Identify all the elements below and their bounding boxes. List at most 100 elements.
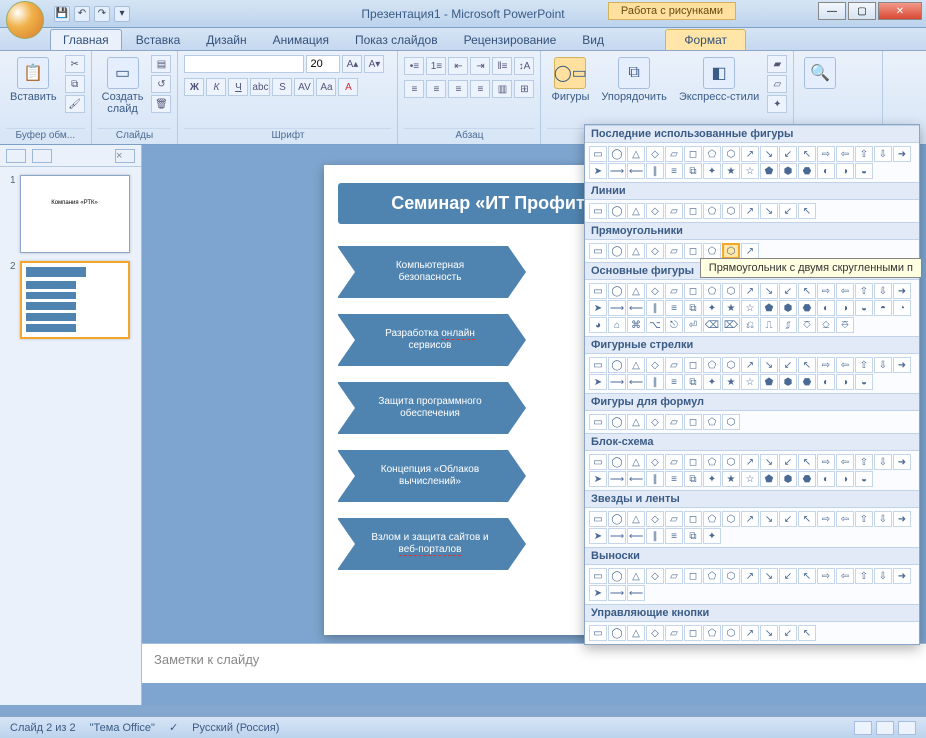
shape-option[interactable]: ⇩ [874,146,892,162]
italic-icon[interactable]: К [206,78,226,96]
shape-option[interactable]: △ [627,243,645,259]
shape-option[interactable]: ◇ [646,568,664,584]
shape-option[interactable]: ◇ [646,511,664,527]
shape-option[interactable]: ↖ [798,203,816,219]
shape-option[interactable]: ⟶ [608,471,626,487]
shape-option[interactable]: ⎏ [798,317,816,333]
shape-option[interactable]: ↗ [741,283,759,299]
shape-option[interactable]: ⟵ [627,374,645,390]
shape-option[interactable]: ⇩ [874,454,892,470]
shape-option[interactable]: ▭ [589,203,607,219]
sorter-view-icon[interactable] [876,721,894,735]
arrow-item-2[interactable]: Разработка онлайн сервисов [338,314,508,366]
tab-insert[interactable]: Вставка [124,30,193,50]
shape-option[interactable]: ⧉ [684,528,702,544]
shape-option[interactable]: ⬟ [760,300,778,316]
shape-option[interactable]: ▭ [589,511,607,527]
char-spacing-icon[interactable]: AV [294,78,314,96]
shape-option[interactable]: ➜ [893,357,911,373]
shape-option[interactable]: ➤ [589,163,607,179]
shape-option[interactable]: ⟶ [608,585,626,601]
quick-styles-button[interactable]: ◧ Экспресс-стили [675,55,763,105]
shape-option[interactable]: ★ [722,163,740,179]
outline-tab-icon[interactable] [32,149,52,163]
shape-outline-icon[interactable]: ▱ [767,75,787,93]
shape-option[interactable]: ◯ [608,283,626,299]
columns-icon[interactable]: ▥ [492,80,512,98]
numbering-icon[interactable]: 1≡ [426,57,446,75]
shape-option[interactable]: ≡ [665,471,683,487]
shape-option[interactable]: ☆ [741,374,759,390]
shape-option[interactable]: ⇦ [836,454,854,470]
office-button[interactable] [6,1,44,39]
normal-view-icon[interactable] [854,721,872,735]
qat-more-icon[interactable]: ▾ [114,6,130,22]
shape-option[interactable]: ↖ [798,511,816,527]
shape-option[interactable]: ⬡ [722,568,740,584]
shape-option[interactable]: ⇧ [855,357,873,373]
undo-icon[interactable]: ↶ [74,6,90,22]
shape-option[interactable]: ✦ [703,528,721,544]
shape-option[interactable]: ◇ [646,146,664,162]
shape-option[interactable]: ↘ [760,283,778,299]
shape-option[interactable]: ➤ [589,300,607,316]
shape-option[interactable]: ◒ [855,374,873,390]
shape-option[interactable]: ≡ [665,528,683,544]
shape-option[interactable]: ∥ [646,300,664,316]
shape-option[interactable]: ⟵ [627,163,645,179]
shape-option[interactable]: ▭ [589,146,607,162]
shape-option[interactable]: ◯ [608,454,626,470]
shape-option[interactable]: ◇ [646,357,664,373]
shape-option[interactable]: ▭ [589,568,607,584]
shape-option[interactable]: △ [627,454,645,470]
shape-option[interactable]: ✦ [703,300,721,316]
shape-option[interactable]: ▱ [665,568,683,584]
shape-option[interactable]: ◑ [836,374,854,390]
shape-option[interactable]: △ [627,511,645,527]
shape-option[interactable]: ↙ [779,203,797,219]
tab-view[interactable]: Вид [570,30,616,50]
shape-option[interactable]: ⇦ [836,568,854,584]
tab-format[interactable]: Формат [665,29,746,50]
shape-effects-icon[interactable]: ✦ [767,95,787,113]
shape-option[interactable]: ◻ [684,203,702,219]
arrow-item-1[interactable]: Компьютерная безопасность [338,246,508,298]
shape-option[interactable]: ★ [722,471,740,487]
shape-option[interactable]: ↗ [741,243,759,259]
shape-option[interactable]: ⌘ [627,317,645,333]
shape-option[interactable]: ↘ [760,146,778,162]
shape-option[interactable]: ⟵ [627,585,645,601]
arrow-item-4[interactable]: Концепция «Облаков вычислений» [338,450,508,502]
shape-option[interactable]: ↗ [741,625,759,641]
shape-option[interactable]: ↖ [798,454,816,470]
shape-option[interactable]: ↖ [798,357,816,373]
slides-tab-icon[interactable] [6,149,26,163]
shape-option[interactable]: ⇦ [836,511,854,527]
shape-option[interactable]: △ [627,357,645,373]
shape-option[interactable]: ⬡ [722,203,740,219]
shape-option[interactable]: ☆ [741,163,759,179]
shape-option[interactable]: ↙ [779,511,797,527]
shape-option[interactable]: ⟵ [627,528,645,544]
shape-option[interactable]: ⬠ [703,568,721,584]
shape-option[interactable]: ⇨ [817,146,835,162]
shape-option[interactable]: ⇧ [855,511,873,527]
shape-option[interactable]: ◯ [608,625,626,641]
strike-icon[interactable]: abc [250,78,270,96]
tab-home[interactable]: Главная [50,29,122,50]
shape-option[interactable]: ✦ [703,374,721,390]
shape-option[interactable]: ⬣ [798,471,816,487]
shape-option[interactable]: ▱ [665,146,683,162]
grow-font-icon[interactable]: A▴ [342,55,362,73]
shape-option[interactable]: ⌥ [646,317,664,333]
tab-animation[interactable]: Анимация [261,30,341,50]
shape-option[interactable]: ⇦ [836,146,854,162]
shape-option[interactable]: ⧉ [684,300,702,316]
shape-option[interactable]: ↗ [741,357,759,373]
shape-option[interactable]: ⌦ [722,317,740,333]
shape-option[interactable]: ⇩ [874,357,892,373]
shape-option[interactable]: ➜ [893,511,911,527]
shape-option[interactable]: △ [627,625,645,641]
shape-option[interactable]: ↘ [760,357,778,373]
shape-option[interactable]: ◔ [893,300,911,316]
